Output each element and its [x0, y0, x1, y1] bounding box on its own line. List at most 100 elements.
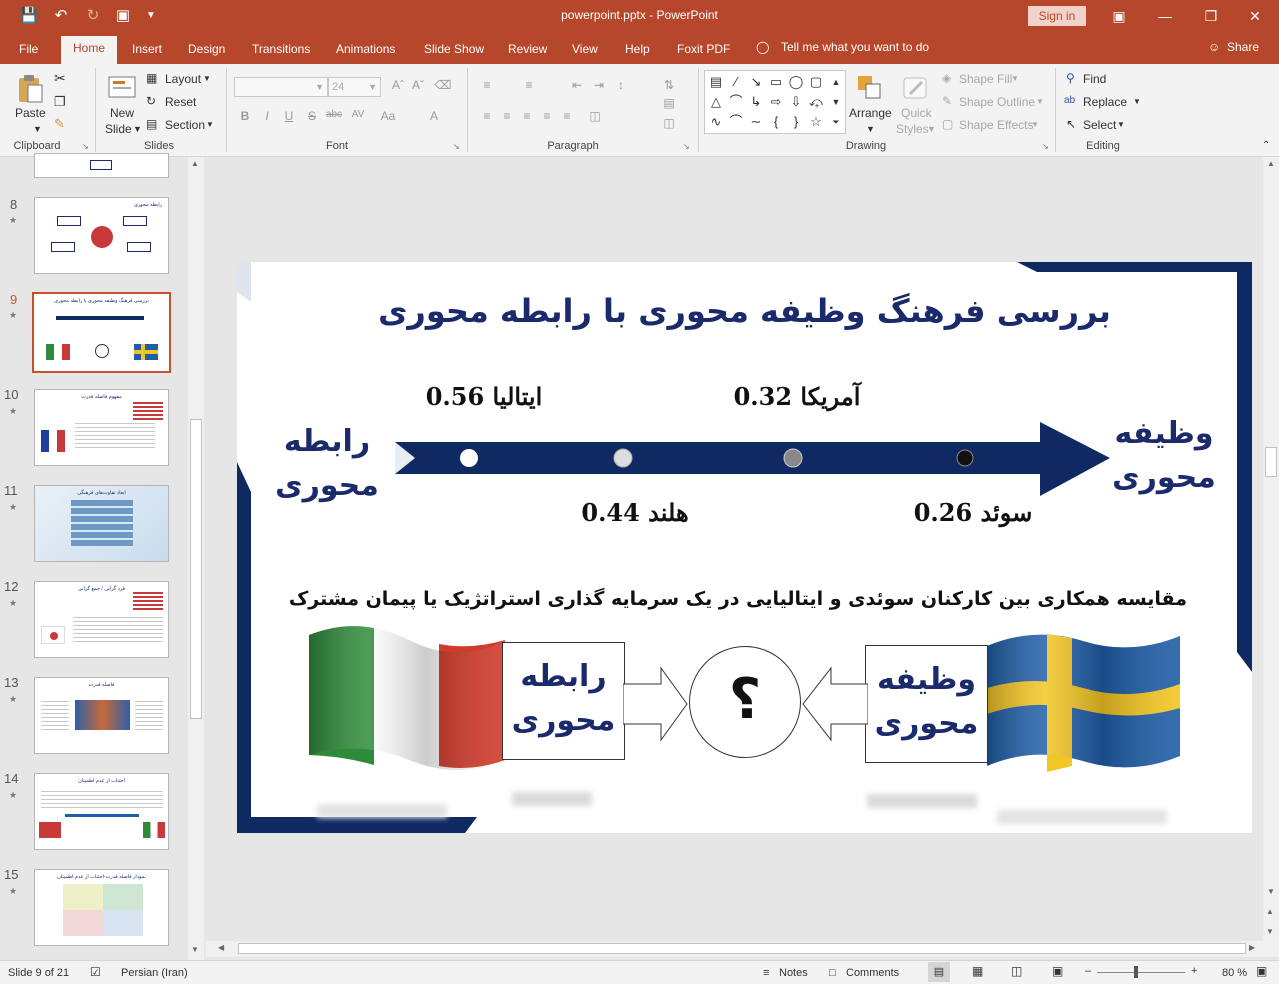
- reset-icon[interactable]: ↻: [146, 94, 156, 108]
- align-center-icon[interactable]: ≡: [498, 109, 516, 123]
- character-spacing-icon[interactable]: AV: [349, 109, 367, 120]
- line-shape-icon[interactable]: ∕: [727, 73, 745, 91]
- arc-shape-icon[interactable]: ⌒: [727, 113, 745, 131]
- canvas-horizontal-scrollbar[interactable]: ◀ ▶: [206, 941, 1263, 957]
- layout-icon[interactable]: ▦: [146, 71, 157, 85]
- font-size-dropdown-icon[interactable]: ▼: [368, 78, 377, 96]
- slide-thumbnail-10[interactable]: مفهوم فاصله قدرت: [34, 389, 169, 466]
- previous-slide-icon[interactable]: ▲: [1266, 907, 1274, 916]
- bullets-icon[interactable]: ≡: [478, 78, 496, 92]
- share-button[interactable]: Share: [1227, 40, 1259, 54]
- paragraph-launcher-icon[interactable]: ↘: [683, 142, 690, 151]
- clipboard-launcher-icon[interactable]: ↘: [82, 142, 89, 151]
- collapse-ribbon-icon[interactable]: ⌃: [1262, 140, 1270, 151]
- font-family-combo[interactable]: ▼: [234, 77, 328, 97]
- new-slide-label[interactable]: New: [110, 106, 134, 120]
- numbering-icon[interactable]: ≡: [520, 78, 538, 92]
- tab-foxit-pdf[interactable]: Foxit PDF: [677, 40, 730, 64]
- triangle-shape-icon[interactable]: △: [707, 93, 725, 111]
- section-icon[interactable]: ▤: [146, 117, 157, 131]
- replace-dropdown-icon[interactable]: ▼: [1133, 97, 1141, 106]
- shape-outline-button[interactable]: Shape Outline: [959, 95, 1035, 109]
- new-slide-icon[interactable]: [106, 72, 138, 104]
- down-arrow-shape-icon[interactable]: ⇩: [787, 93, 805, 111]
- arrange-button[interactable]: Arrange: [849, 106, 892, 120]
- slide-thumbnail-12[interactable]: فرد گرایی / جمع گرایی: [34, 581, 169, 658]
- scroll-up-icon[interactable]: ▲: [191, 159, 199, 168]
- font-launcher-icon[interactable]: ↘: [453, 142, 460, 151]
- select-button[interactable]: Select: [1083, 118, 1116, 132]
- font-size-combo[interactable]: 24 ▼: [328, 77, 381, 97]
- select-dropdown-icon[interactable]: ▼: [1117, 120, 1125, 129]
- scroll-down-icon[interactable]: ▼: [1267, 887, 1275, 896]
- fit-slide-icon[interactable]: ▣: [1256, 964, 1267, 978]
- rectangle-shape-icon[interactable]: ▭: [767, 73, 785, 91]
- tell-me-search[interactable]: Tell me what you want to do: [781, 40, 929, 54]
- select-icon[interactable]: ↖: [1066, 117, 1076, 131]
- strikethrough-icon[interactable]: abc: [325, 109, 343, 120]
- arrow-line-shape-icon[interactable]: ↘: [747, 73, 765, 91]
- underline-icon[interactable]: U: [280, 109, 298, 123]
- align-right-icon[interactable]: ≡: [518, 109, 536, 123]
- right-brace-shape-icon[interactable]: }: [787, 113, 805, 131]
- justify-icon[interactable]: ≡: [538, 109, 556, 123]
- font-family-dropdown-icon[interactable]: ▼: [315, 78, 324, 96]
- paste-dropdown-icon[interactable]: ▼: [33, 124, 42, 134]
- normal-view-icon[interactable]: ▤: [928, 962, 950, 982]
- tab-design[interactable]: Design: [188, 40, 225, 64]
- tab-help[interactable]: Help: [625, 40, 650, 64]
- slide-sorter-icon[interactable]: ▦: [972, 964, 983, 978]
- section-button[interactable]: Section: [165, 118, 205, 132]
- layout-dropdown-icon[interactable]: ▼: [203, 74, 211, 83]
- tab-insert[interactable]: Insert: [132, 40, 162, 64]
- tab-slide-show[interactable]: Slide Show: [424, 40, 484, 64]
- slide-show-icon[interactable]: ▣: [1052, 964, 1063, 978]
- tab-file[interactable]: File: [19, 40, 38, 64]
- notes-icon[interactable]: ≡: [763, 967, 769, 979]
- format-painter-icon[interactable]: ✎: [54, 116, 65, 132]
- elbow-arrow-shape-icon[interactable]: ↳: [747, 93, 765, 111]
- ribbon-display-options-icon[interactable]: ▣: [1096, 4, 1142, 28]
- distributed-icon[interactable]: ≡: [558, 109, 576, 123]
- slide-thumbnail-13[interactable]: فاصله قدرت: [34, 677, 169, 754]
- slide-thumbnail-7-partial[interactable]: [34, 153, 169, 178]
- shape-outline-dropdown-icon[interactable]: ▼: [1036, 97, 1044, 106]
- quick-styles-icon[interactable]: [900, 72, 932, 104]
- elbow-connector-shape-icon[interactable]: ⌒: [727, 93, 745, 111]
- shape-outline-icon[interactable]: ✎: [942, 94, 952, 108]
- oval-shape-icon[interactable]: ◯: [787, 73, 805, 91]
- drawing-launcher-icon[interactable]: ↘: [1042, 142, 1049, 151]
- cut-icon[interactable]: ✂: [54, 70, 66, 87]
- section-dropdown-icon[interactable]: ▼: [206, 120, 214, 129]
- text-box-shape-icon[interactable]: ▤: [707, 73, 725, 91]
- replace-button[interactable]: Replace: [1083, 95, 1127, 109]
- align-text-icon[interactable]: ▤: [660, 96, 678, 110]
- gallery-down-icon[interactable]: ▼: [827, 93, 845, 111]
- zoom-in-icon[interactable]: +: [1191, 965, 1197, 977]
- scribble-shape-icon[interactable]: ∼: [747, 113, 765, 131]
- paste-button[interactable]: Paste: [15, 106, 46, 120]
- tab-home[interactable]: Home: [61, 36, 118, 64]
- bold-icon[interactable]: B: [236, 109, 254, 123]
- find-icon[interactable]: ⚲: [1066, 71, 1075, 85]
- increase-indent-icon[interactable]: ⇥: [590, 78, 608, 92]
- horizontal-scroll-thumb[interactable]: [238, 943, 1246, 954]
- shape-effects-icon[interactable]: ▢: [942, 117, 953, 131]
- language-indicator[interactable]: Persian (Iran): [121, 967, 188, 979]
- zoom-slider-thumb[interactable]: [1134, 966, 1138, 978]
- shape-fill-icon[interactable]: ◈: [942, 71, 951, 85]
- tab-transitions[interactable]: Transitions: [252, 40, 310, 64]
- find-button[interactable]: Find: [1083, 72, 1106, 86]
- comments-icon[interactable]: □: [829, 967, 836, 979]
- freeform-shape-icon[interactable]: ⤽: [807, 93, 825, 111]
- gallery-more-icon[interactable]: ⏷: [827, 113, 845, 131]
- scroll-down-icon[interactable]: ▼: [191, 945, 199, 954]
- shapes-gallery[interactable]: ▤ ∕ ↘ ▭ ◯ ▢ △ ⌒ ↳ ⇨ ⇩ ⤽ ∿ ⌒ ∼ { } ☆ ▲ ▼ …: [704, 70, 846, 134]
- slide-9[interactable]: بررسی فرهنگ وظیفه محوری با رابطه محوری ر…: [237, 262, 1252, 833]
- zoom-out-icon[interactable]: –: [1085, 965, 1091, 977]
- quick-styles-dropdown-icon[interactable]: ▼: [927, 124, 936, 134]
- shape-fill-dropdown-icon[interactable]: ▼: [1011, 74, 1019, 83]
- smartart-icon[interactable]: ◫: [660, 116, 678, 130]
- slide-thumbnail-11[interactable]: ابعاد تفاوت‌های فرهنگی: [34, 485, 169, 562]
- decrease-indent-icon[interactable]: ⇤: [568, 78, 586, 92]
